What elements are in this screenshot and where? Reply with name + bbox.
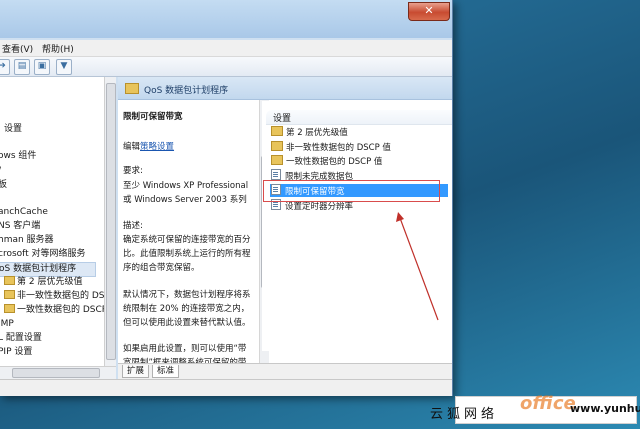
annotation-arrow-line (399, 217, 439, 321)
watermark-logo-text: office (520, 393, 576, 414)
watermark-cn: 云狐网络 (430, 407, 499, 422)
watermark-url: www.yunhu.net (570, 402, 640, 415)
annotation-arrow (396, 212, 439, 321)
annotation-arrowhead (396, 212, 404, 222)
